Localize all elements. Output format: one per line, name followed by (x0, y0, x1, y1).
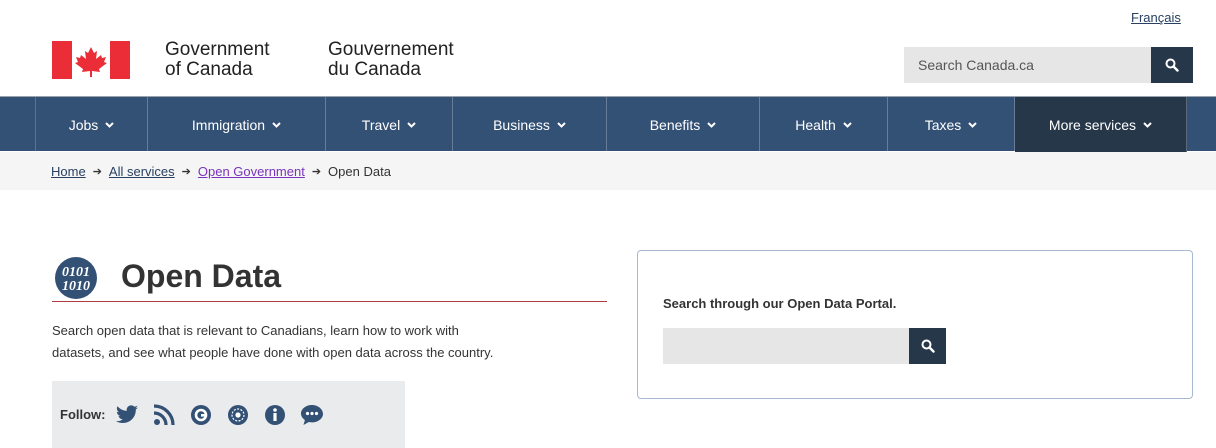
breadcrumb-all-services-link[interactable]: All services (109, 164, 175, 179)
menu-item-health[interactable]: Health (760, 97, 888, 152)
language-toggle-link[interactable]: Français (1131, 10, 1181, 25)
intro-paragraph: Search open data that is relevant to Can… (52, 320, 612, 364)
breadcrumb-open-government-link[interactable]: Open Government (198, 164, 305, 179)
menu-spacer (0, 97, 36, 152)
breadcrumb-home-link[interactable]: Home (51, 164, 86, 179)
intro-line: Search open data that is relevant to Can… (52, 323, 459, 338)
site-search-input[interactable] (904, 47, 1151, 83)
chevron-down-icon (968, 121, 977, 128)
arrow-right-icon: ➔ (311, 165, 322, 178)
menu-item-travel[interactable]: Travel (326, 97, 453, 152)
site-search-button[interactable] (1151, 47, 1193, 83)
site-search-form (904, 47, 1193, 83)
gov-signature-en[interactable]: Government of Canada (165, 40, 270, 80)
chevron-down-icon (272, 121, 281, 128)
menu-item-label: More services (1048, 116, 1137, 133)
canada-flag-icon[interactable] (52, 41, 130, 79)
chevron-down-icon (105, 121, 114, 128)
rss-icon[interactable] (152, 403, 176, 427)
menu-item-business[interactable]: Business (453, 97, 607, 152)
portal-search-input[interactable] (663, 328, 909, 364)
chevron-down-icon (1143, 121, 1152, 128)
menu-item-more-services[interactable]: More services (1015, 97, 1187, 152)
menu-item-benefits[interactable]: Benefits (607, 97, 760, 152)
search-icon (921, 339, 935, 353)
menu-item-taxes[interactable]: Taxes (888, 97, 1015, 152)
menu-item-label: Taxes (924, 116, 962, 133)
chevron-down-icon (557, 121, 566, 128)
chevron-down-icon (707, 121, 717, 128)
menu-item-label: Health (795, 116, 836, 133)
info-icon[interactable] (263, 403, 287, 427)
svg-text:0101: 0101 (62, 265, 90, 280)
menu-item-immigration[interactable]: Immigration (148, 97, 326, 152)
menu-item-label: Jobs (68, 116, 99, 133)
portal-search-label: Search through our Open Data Portal. (663, 296, 897, 311)
follow-label: Follow: (60, 407, 106, 422)
main-menu: Jobs Immigration Travel Business Benefit… (0, 96, 1216, 152)
follow-bar: Follow: (52, 381, 405, 448)
breadcrumb: Home ➔ All services ➔ Open Government ➔ … (0, 152, 1216, 190)
svg-text:1010: 1010 (62, 279, 90, 294)
menu-item-label: Benefits (649, 116, 701, 133)
gov-fr-line2: du Canada (328, 59, 421, 80)
gov-en-line1: Government (165, 39, 270, 60)
arrow-right-icon: ➔ (181, 165, 191, 178)
open-data-binary-icon: 0101 1010 (55, 257, 97, 299)
chevron-down-icon (843, 121, 852, 128)
gov-signature-fr[interactable]: Gouvernement du Canada (328, 40, 454, 80)
search-icon (1165, 58, 1179, 72)
gov-en-line2: of Canada (165, 59, 253, 80)
menu-item-label: Business (493, 116, 550, 133)
arrow-right-icon: ➔ (92, 165, 102, 178)
chevron-down-icon (407, 121, 416, 128)
open-gov-icon[interactable] (226, 403, 250, 427)
portal-search-button[interactable] (909, 328, 946, 364)
portal-search-form (663, 328, 946, 364)
portal-search-panel: Search through our Open Data Portal. (637, 250, 1193, 399)
menu-item-label: Immigration (191, 116, 266, 133)
menu-item-jobs[interactable]: Jobs (36, 97, 148, 152)
gov-fr-line1: Gouvernement (328, 39, 454, 60)
menu-item-label: Travel (361, 116, 401, 133)
twitter-icon[interactable] (115, 403, 139, 427)
page-title: Open Data (121, 258, 282, 294)
chat-icon[interactable] (300, 403, 324, 427)
intro-line: datasets, and see what people have done … (52, 345, 494, 360)
title-underline (52, 301, 607, 302)
breadcrumb-current: Open Data (328, 163, 391, 179)
gcpedia-icon[interactable] (189, 403, 213, 427)
